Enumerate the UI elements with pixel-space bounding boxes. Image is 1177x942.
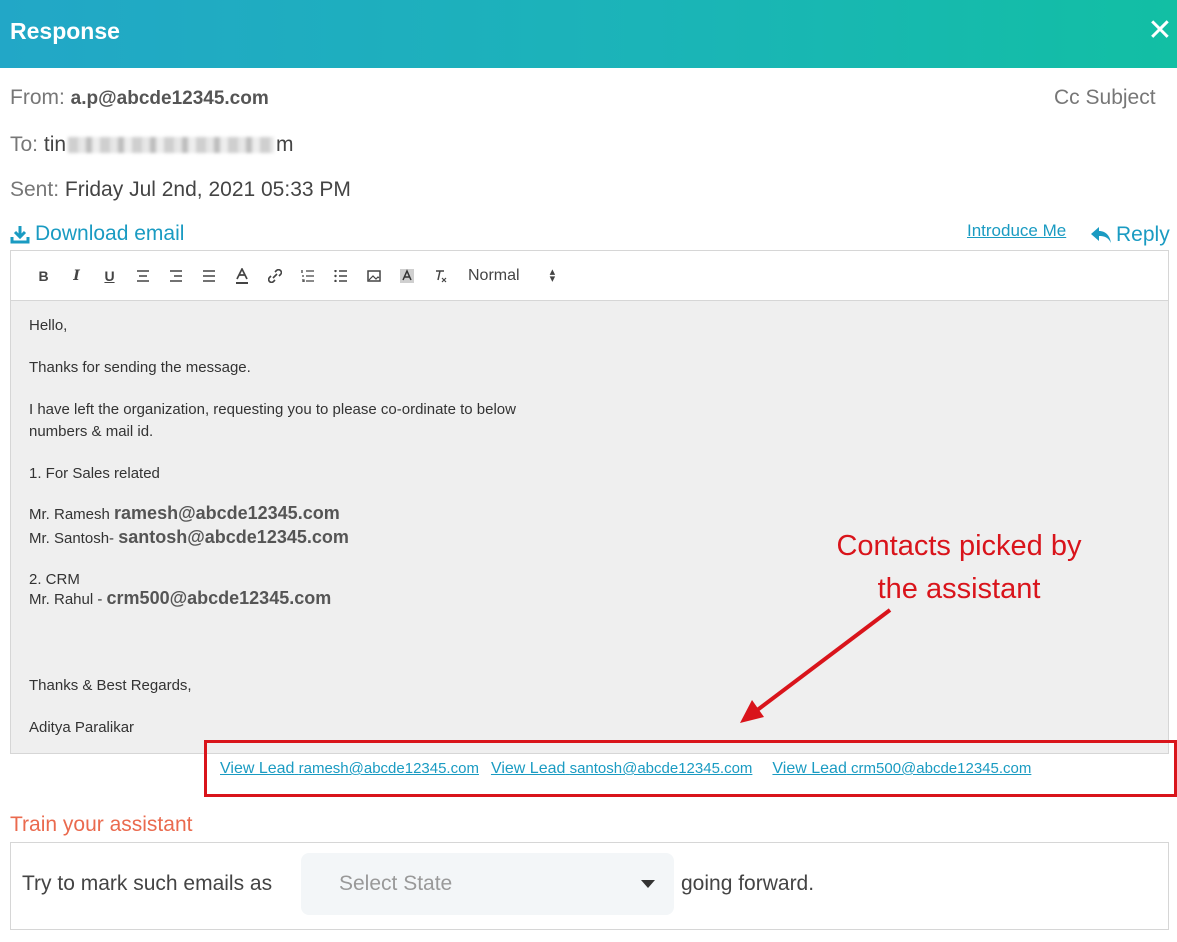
image-icon: [366, 269, 381, 282]
body-section1: 1. For Sales related: [29, 465, 160, 482]
train-assistant-title: Train your assistant: [10, 813, 193, 836]
bold-icon: B: [38, 267, 49, 284]
lead1-prefix: View Lead: [220, 760, 295, 777]
font-color-button[interactable]: [225, 263, 258, 289]
format-select[interactable]: Normal ▴ ▾: [468, 265, 556, 285]
select-state-placeholder: Select State: [339, 872, 453, 895]
align-center-icon: [136, 269, 149, 282]
font-color-icon: [235, 267, 248, 284]
contact3-email: crm500@abcde12345.com: [106, 588, 332, 608]
lead2-email: santosh@abcde12345.com: [569, 760, 753, 777]
ordered-list-button[interactable]: [291, 263, 324, 289]
view-lead-link-santosh[interactable]: View Lead santosh@abcde12345.com: [491, 760, 752, 778]
modal-title: Response: [10, 18, 120, 44]
to-label: To:: [10, 133, 39, 156]
editor-toolbar: B I U Normal ▴ ▾: [11, 251, 1168, 301]
redacted-email: [68, 137, 275, 154]
contact2-email: santosh@abcde12345.com: [118, 527, 349, 547]
ordered-list-icon: [300, 270, 314, 282]
underline-button[interactable]: U: [93, 263, 126, 289]
contact1-email: ramesh@abcde12345.com: [114, 503, 340, 523]
bullet-list-button[interactable]: [324, 263, 357, 289]
annotation-line2: the assistant: [877, 573, 1041, 605]
select-state-dropdown[interactable]: Select State: [301, 853, 674, 915]
background-color-button[interactable]: [390, 263, 423, 289]
contact3-name: Mr. Rahul -: [29, 591, 103, 608]
bold-button[interactable]: B: [27, 263, 60, 289]
align-center-button[interactable]: [126, 263, 159, 289]
body-closing: Thanks & Best Regards,: [29, 677, 192, 694]
clear-format-icon: [435, 269, 446, 282]
lead2-prefix: View Lead: [490, 760, 566, 777]
download-email-label: Download email: [35, 222, 185, 245]
align-right-icon: [169, 269, 182, 282]
to-value-prefix: tin: [43, 133, 67, 156]
body-line2a: I have left the organization, requesting…: [29, 401, 516, 418]
body-contact1: Mr. Ramesh ramesh@abcde12345.com: [29, 503, 340, 524]
subject-link[interactable]: Subject: [1086, 86, 1156, 109]
align-justify-button[interactable]: [192, 263, 225, 289]
italic-icon: I: [73, 267, 80, 284]
body-contact3: Mr. Rahul - crm500@abcde12345.com: [29, 588, 331, 609]
reply-icon: [1091, 227, 1111, 243]
lead-links: View Lead ramesh@abcde12345.com View Lea…: [220, 760, 1043, 778]
email-editor: B I U Normal ▴ ▾ Hello, Thanks for sendi…: [10, 250, 1169, 754]
from-label: From:: [10, 86, 65, 109]
to-value-suffix: m: [276, 133, 294, 156]
body-signature: Aditya Paralikar: [29, 719, 135, 736]
close-button[interactable]: ✕: [1146, 16, 1174, 46]
close-icon: ✕: [1147, 14, 1173, 47]
reply-label: Reply: [1116, 223, 1170, 246]
lead3-prefix: View Lead: [772, 760, 847, 777]
download-email-link[interactable]: Download email: [10, 222, 184, 246]
sent-row: Sent: Friday Jul 2nd, 2021 05:33 PM: [10, 178, 351, 202]
modal-header: Response ✕: [0, 0, 1177, 68]
sent-label: Sent:: [10, 178, 60, 201]
contact1-name: Mr. Ramesh: [29, 506, 110, 523]
body-contact2: Mr. Santosh- santosh@abcde12345.com: [29, 527, 349, 548]
annotation-callout: Contacts picked by the assistant: [800, 525, 1118, 611]
clear-format-button[interactable]: [423, 263, 456, 289]
reply-button[interactable]: Reply: [1090, 223, 1170, 247]
link-button[interactable]: [258, 263, 291, 289]
contact2-name: Mr. Santosh-: [29, 530, 115, 547]
sent-value: Friday Jul 2nd, 2021 05:33 PM: [64, 178, 351, 201]
annotation-line1: Contacts picked by: [836, 530, 1082, 562]
lead1-email: ramesh@abcde12345.com: [298, 760, 479, 777]
view-lead-link-ramesh[interactable]: View Lead ramesh@abcde12345.com: [220, 760, 479, 778]
cc-link[interactable]: Cc: [1054, 86, 1080, 109]
italic-button[interactable]: I: [60, 263, 93, 289]
image-button[interactable]: [357, 263, 390, 289]
train-suffix-text: going forward.: [681, 872, 815, 895]
train-prefix-text: Try to mark such emails as: [22, 872, 273, 895]
select-arrows-icon: ▴ ▾: [549, 265, 556, 285]
introduce-me-link[interactable]: Introduce Me: [967, 221, 1066, 241]
train-assistant-box: Try to mark such emails as Select State …: [10, 842, 1169, 930]
align-right-button[interactable]: [159, 263, 192, 289]
download-icon: [10, 226, 30, 244]
link-icon: [267, 268, 282, 283]
underline-icon: U: [104, 267, 115, 284]
background-color-icon: [399, 268, 414, 283]
body-section2: 2. CRM: [29, 571, 80, 588]
format-select-value: Normal: [468, 266, 520, 284]
lead3-email: crm500@abcde12345.com: [851, 760, 1032, 777]
cc-subject-links: Cc Subject: [1054, 86, 1156, 110]
from-row: From: a.p@abcde12345.com: [10, 86, 269, 110]
caret-down-icon: [641, 880, 655, 888]
body-greeting: Hello,: [29, 317, 68, 334]
to-row: To: tin m: [10, 133, 294, 157]
bullet-list-icon: [333, 269, 347, 282]
from-value: a.p@abcde12345.com: [70, 88, 269, 109]
body-line2b: numbers & mail id.: [29, 423, 154, 440]
align-justify-icon: [202, 269, 215, 282]
view-lead-link-crm500[interactable]: View Lead crm500@abcde12345.com: [772, 760, 1031, 778]
body-line1: Thanks for sending the message.: [29, 359, 251, 376]
